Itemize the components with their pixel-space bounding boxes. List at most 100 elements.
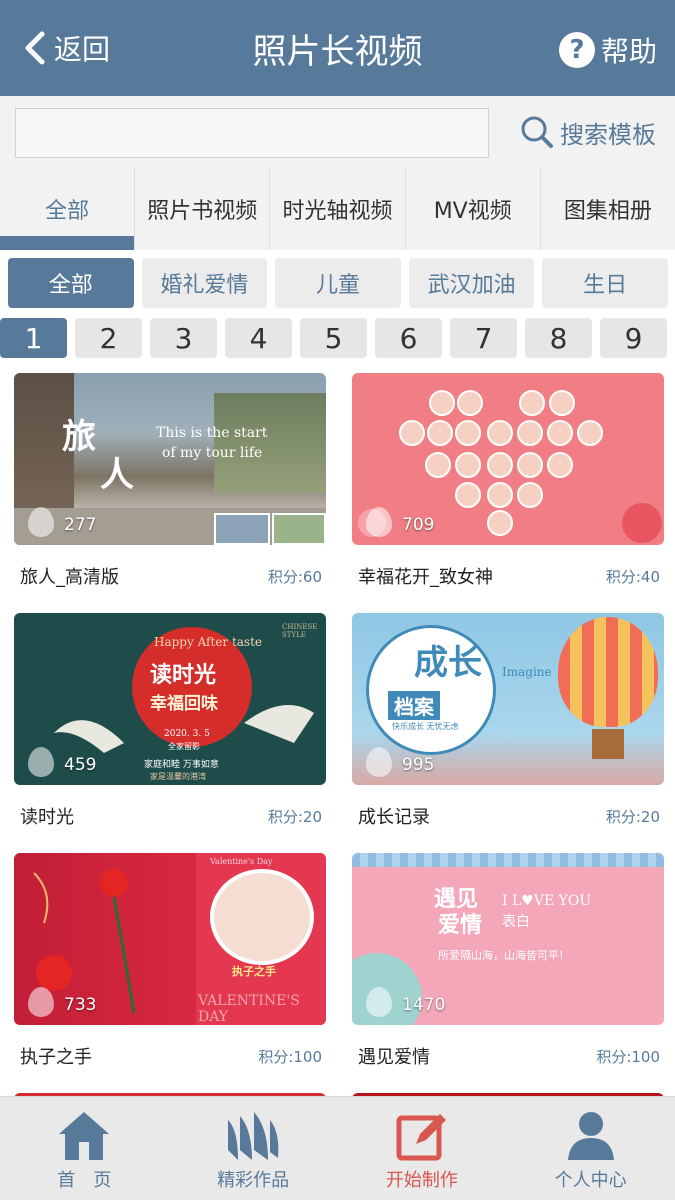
template-caption: 旅人_高清版 积分:60 <box>14 563 326 589</box>
views-icon <box>28 507 54 537</box>
view-count: 733 <box>64 995 97 1015</box>
view-count: 995 <box>402 755 435 775</box>
view-count: 277 <box>64 515 97 535</box>
view-count: 459 <box>64 755 97 775</box>
views-icon <box>366 747 392 777</box>
tab-mv-video[interactable]: MV视频 <box>406 168 541 250</box>
template-name: 遇见爱情 <box>358 1047 430 1068</box>
page-7[interactable]: 7 <box>450 318 517 358</box>
search-input[interactable] <box>15 108 489 158</box>
tab-all[interactable]: 全部 <box>0 168 136 250</box>
thumb-text: I L♥VE YOU <box>502 893 592 909</box>
thumb-text: of my tour life <box>162 445 263 461</box>
search-button-label: 搜索模板 <box>560 120 656 149</box>
template-points: 积分:20 <box>605 807 660 826</box>
help-label: 帮助 <box>600 35 657 68</box>
template-caption: 幸福花开_致女神 积分:40 <box>352 563 664 589</box>
thumb-text: Imagine <box>502 665 552 679</box>
user-icon <box>567 1112 614 1160</box>
template-thumbnail[interactable]: Happy After taste 读时光 幸福回味 2020. 3. 5 全家… <box>14 613 326 785</box>
template-thumbnail[interactable]: 成长 档案 Imagine 快乐成长 无忧无虑 995 <box>352 613 664 785</box>
views-icon <box>28 747 54 777</box>
template-card[interactable]: 709 幸福花开_致女神 积分:40 <box>352 373 664 589</box>
page-9[interactable]: 9 <box>600 318 667 358</box>
bottom-navigation: 首 页 精彩作品 开始制作 个人中心 <box>0 1096 675 1200</box>
nav-profile[interactable]: 个人中心 <box>506 1097 675 1200</box>
thumb-text: 表白 <box>502 914 530 930</box>
nav-home[interactable]: 首 页 <box>0 1097 169 1200</box>
flower-border <box>352 853 664 867</box>
template-points: 积分:60 <box>267 567 322 586</box>
tag-birthday[interactable]: 生日 <box>542 258 668 308</box>
nav-label: 精彩作品 <box>217 1170 290 1191</box>
heart-photo <box>210 869 314 965</box>
template-card[interactable]: Happy After taste 读时光 幸福回味 2020. 3. 5 全家… <box>14 613 326 829</box>
template-card[interactable]: 遇见 爱情 I L♥VE YOU 表白 所爱隔山海，山海皆可平! 1470 遇见… <box>352 853 664 1069</box>
tag-wedding-love[interactable]: 婚礼爱情 <box>141 258 268 308</box>
top-bar: 返回 照片长视频 ? 帮助 <box>0 0 675 96</box>
template-thumbnail[interactable]: 遇见 爱情 I L♥VE YOU 表白 所爱隔山海，山海皆可平! 1470 <box>352 853 664 1025</box>
tab-label: 图集相册 <box>563 199 652 224</box>
works-icon <box>228 1112 279 1160</box>
views-icon <box>366 987 392 1017</box>
thumb-text: 旅 <box>62 417 96 457</box>
nav-start-making[interactable]: 开始制作 <box>338 1097 507 1200</box>
tag-wuhan[interactable]: 武汉加油 <box>408 258 535 308</box>
page-5[interactable]: 5 <box>300 318 367 358</box>
home-icon <box>59 1112 110 1160</box>
search-bar: 搜索模板 <box>0 96 675 168</box>
template-card[interactable]: 执子之手 VALENTINE'S DAY Valentine's Day 733… <box>14 853 326 1069</box>
thumb-text: 执子之手 <box>232 965 276 978</box>
tree-shape <box>214 393 326 493</box>
category-tabs: 全部 照片书视频 时光轴视频 MV视频 图集相册 <box>0 168 675 250</box>
template-points: 积分:100 <box>596 1047 660 1066</box>
thumb-text: 人 <box>100 455 134 495</box>
template-points: 积分:20 <box>267 807 322 826</box>
tab-photobook-video[interactable]: 照片书视频 <box>135 168 271 250</box>
balloon-basket <box>592 729 624 759</box>
tab-timeline-video[interactable]: 时光轴视频 <box>270 168 406 250</box>
tab-label: 照片书视频 <box>147 199 258 224</box>
tag-all[interactable]: 全部 <box>8 258 134 308</box>
page-2[interactable]: 2 <box>75 318 142 358</box>
pagination: 1 2 3 4 5 6 7 8 9 <box>0 318 675 358</box>
search-button[interactable]: 搜索模板 <box>520 114 656 150</box>
template-name: 执子之手 <box>20 1047 92 1068</box>
tag-children[interactable]: 儿童 <box>275 258 401 308</box>
nav-label: 个人中心 <box>554 1170 627 1191</box>
tab-label: 全部 <box>45 199 90 224</box>
page-6[interactable]: 6 <box>375 318 442 358</box>
help-icon: ? <box>558 32 595 68</box>
thumb-text: This is the start <box>156 425 268 441</box>
template-card[interactable]: 旅 人 This is the start of my tour life 27… <box>14 373 326 589</box>
template-caption: 执子之手 积分:100 <box>14 1043 326 1069</box>
tab-gallery[interactable]: 图集相册 <box>541 168 675 250</box>
thumb-text: VALENTINE'S DAY <box>198 993 300 1025</box>
thumb-text: 成长 <box>414 643 482 683</box>
thumb-text: 爱情 <box>438 912 483 938</box>
tag-filter: 全部 婚礼爱情 儿童 武汉加油 生日 <box>8 258 668 308</box>
template-name: 成长记录 <box>358 807 430 828</box>
nav-label: 开始制作 <box>385 1170 458 1191</box>
template-thumbnail[interactable]: 执子之手 VALENTINE'S DAY Valentine's Day 733 <box>14 853 326 1025</box>
nav-label: 首 页 <box>57 1170 112 1191</box>
page-3[interactable]: 3 <box>150 318 217 358</box>
template-card[interactable]: 成长 档案 Imagine 快乐成长 无忧无虑 995 成长记录 积分:20 <box>352 613 664 829</box>
mini-photo <box>214 513 270 545</box>
thumb-text: 档案 <box>388 691 440 720</box>
balloon <box>558 617 658 727</box>
page-1[interactable]: 1 <box>0 318 67 358</box>
help-button[interactable]: ? 帮助 <box>558 30 657 70</box>
tab-label: 时光轴视频 <box>282 199 393 224</box>
nav-works[interactable]: 精彩作品 <box>169 1097 338 1200</box>
search-icon <box>521 116 553 148</box>
page-8[interactable]: 8 <box>525 318 592 358</box>
view-count: 709 <box>402 515 435 535</box>
template-thumbnail[interactable]: 709 <box>352 373 664 545</box>
avatar-collage <box>358 390 662 543</box>
thumb-text: 所爱隔山海，山海皆可平! <box>438 949 564 962</box>
template-name: 旅人_高清版 <box>20 567 119 588</box>
page-4[interactable]: 4 <box>225 318 292 358</box>
template-points: 积分:100 <box>258 1047 322 1066</box>
template-thumbnail[interactable]: 旅 人 This is the start of my tour life 27… <box>14 373 326 545</box>
